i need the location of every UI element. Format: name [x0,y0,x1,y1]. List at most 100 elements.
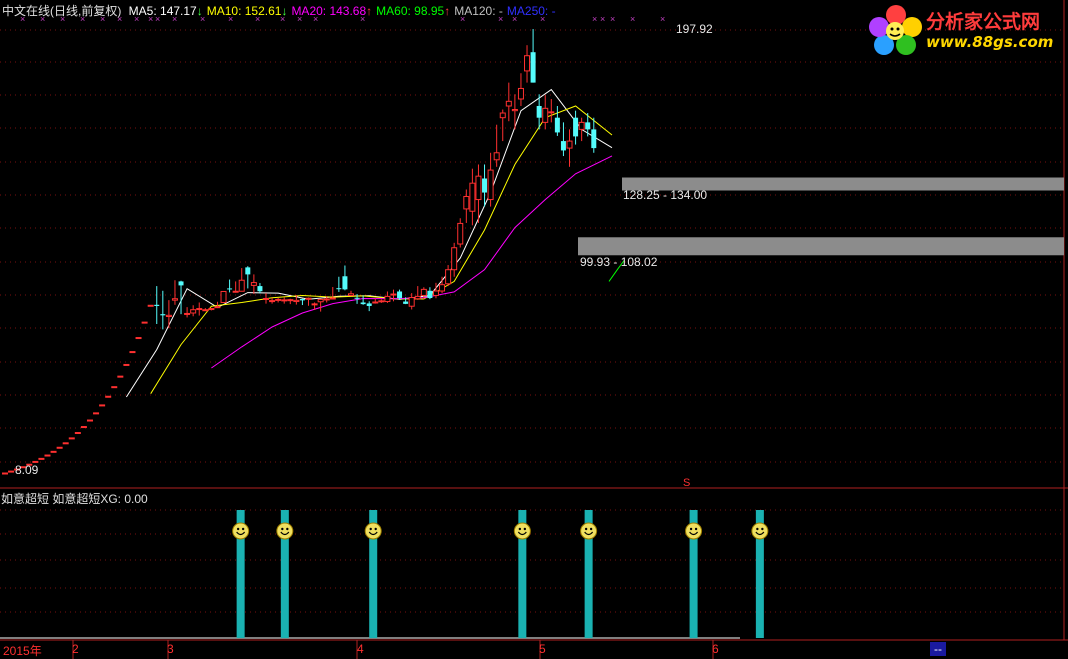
stock-chart: × × × × × × × × × × × × × × × × × × × × × × × × × × [0,0,1068,659]
smiley-eye [369,527,372,531]
candle-body [414,295,421,300]
candle-body [141,321,148,324]
candle-body [397,291,403,299]
smiley-eye [761,527,764,531]
zone-label: 128.25 - 134.00 [623,188,708,202]
candle-body [147,304,154,307]
candle-body [135,337,142,340]
ma-legend-item: MA20: 143.68 [291,4,367,18]
candle-body [536,105,542,118]
indicator-legend: 如意超短 如意超短XG: 0.00 [1,492,148,506]
candle-body [184,312,191,315]
candle-body [457,222,464,245]
candle-body [524,55,531,72]
candle-body [56,446,63,449]
ma-legend-item: MA60: 98.95 [376,4,445,18]
candle-body [202,309,209,312]
candle-body [99,404,106,407]
smiley-eye [694,527,698,531]
candle-body [275,298,282,301]
candle-body [105,395,112,398]
x-axis-end-marker[interactable]: -- [930,642,946,656]
candle-body [475,175,482,201]
candle-body [347,293,354,296]
candle-body [117,375,124,378]
candle-body [342,276,348,290]
header-marker: × [592,14,597,24]
x-axis-month: 6 [712,642,719,656]
candle-body [445,269,452,285]
smiley-icon [364,522,382,540]
candle-body [372,301,379,304]
candle-body [403,301,409,304]
low-price-label: 8.09 [15,463,39,477]
candle-body [38,457,45,460]
candle-body [257,286,263,292]
candle-body [573,117,579,137]
header-marker: × [610,14,615,24]
smiley-eye [518,527,522,531]
sell-signal-marker: S [683,477,691,489]
smiley-icon [276,522,294,540]
candle-body [227,288,233,290]
candle-body [50,450,57,453]
ma-legend-item: MA10: 152.61 [206,4,282,18]
candle-body [530,52,536,83]
candle-body [190,309,197,314]
candle-body [591,129,597,149]
ma-line-ma5 [125,88,613,398]
candle-body [293,299,300,303]
candle-body [408,297,415,307]
ma-legend-item: MA5: 147.17 [128,4,197,18]
x-axis-month: 5 [539,642,546,656]
smiley-eye [689,527,693,531]
smiley-eye [523,527,527,531]
header-marker: × [660,14,665,24]
candle-body [80,426,87,429]
candle-body [548,111,555,114]
candle-body [499,112,506,119]
x-axis-month: 4 [357,642,364,656]
candle-body [93,412,100,415]
candle-body [2,472,8,475]
candle-body [8,470,15,473]
smiley-eye [281,527,284,531]
candle-body [311,303,318,306]
candle-body [154,304,160,306]
site-logo[interactable]: 分析家公式网 www.88gs.com [868,3,1064,55]
candle-body [554,117,560,133]
ma-legend: MA5: 147.17↓ MA10: 152.61↓ MA20: 143.68↑ MA… [129,4,560,18]
candle-body [287,299,294,302]
smiley-eye [584,527,588,531]
candle-body [378,300,385,303]
candle-body [232,290,239,293]
ma-trend-arrow: ↑ [366,4,373,18]
candle-body [245,267,251,275]
zone-label: 99.93 - 108.02 [580,255,658,269]
x-axis-month: 2 [72,642,79,656]
candle-body [432,290,439,296]
candle-body [578,121,585,130]
candle-body [329,297,336,300]
header-marker: × [600,14,605,24]
smiley-icon [685,522,703,540]
candle-body [469,182,476,212]
candle-body [439,284,446,292]
smiley-icon [580,522,598,540]
candle-body [323,298,330,301]
smiley-eye [374,527,377,531]
candle-body [160,314,166,316]
smiley-eye [286,527,289,531]
candle-body [269,300,276,303]
candle-body [299,298,305,301]
candle-body [44,454,51,457]
chart-grid [0,0,1068,659]
candle-body [86,419,93,422]
candle-body [366,303,372,306]
ma-trend-arrow: ↑ [444,4,451,18]
candle-body [542,107,549,123]
header-marker: × [630,14,635,24]
ma-line-ma10 [150,105,613,394]
smiley-eye [756,527,759,531]
moving-average-lines [125,88,625,398]
